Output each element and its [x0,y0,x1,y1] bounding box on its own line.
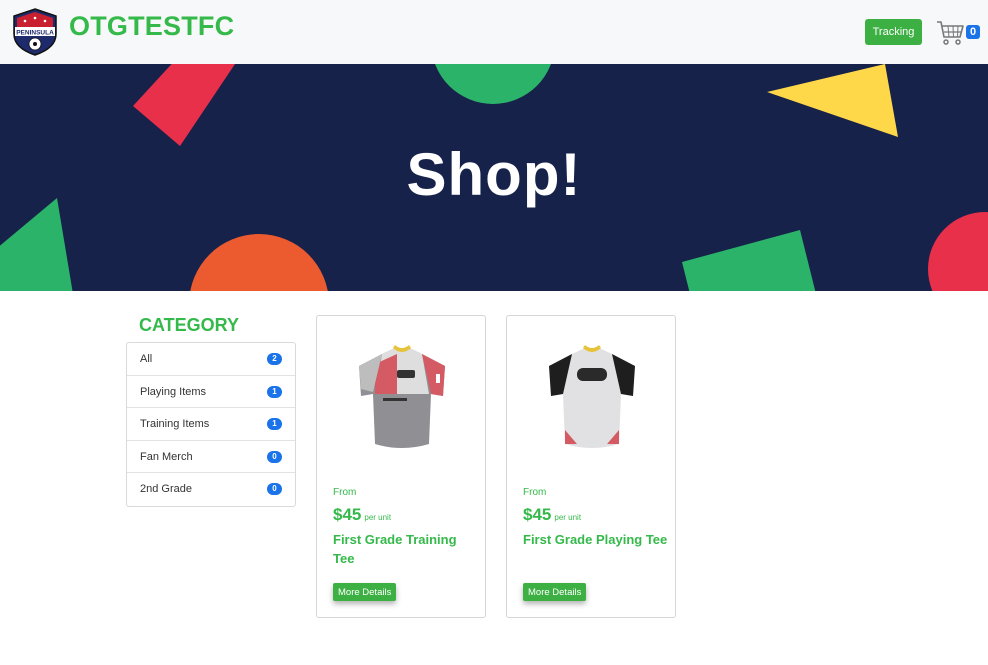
category-item-training-items[interactable]: Training Items 1 [127,408,295,441]
playing-tee-image[interactable] [537,334,647,464]
svg-text:PENINSULA: PENINSULA [16,30,54,37]
more-details-button[interactable]: More Details [523,583,587,601]
category-item-label: Training Items [140,418,210,431]
product-price: $45 per unit [523,505,581,525]
category-item-label: 2nd Grade [140,483,192,496]
green-circle-shape [435,64,551,104]
hero-banner: Shop! [0,64,988,291]
cart-count-badge: 0 [966,25,980,39]
per-unit-label: per unit [554,513,582,522]
category-count-badge: 1 [267,418,282,431]
product-card-playing-tee[interactable]: From $45 per unit First Grade Playing Tee… [506,315,676,618]
category-list: All 2 Playing Items 1 Training Items 1 F… [126,342,296,507]
price-amount: $45 [523,505,552,524]
category-item-label: All [140,353,153,365]
hero-title: Shop! [406,141,582,208]
category-item-label: Playing Items [140,385,207,398]
club-logo[interactable]: PENINSULA [10,8,60,56]
price-amount: $45 [333,505,362,524]
category-count-badge: 1 [267,385,282,398]
category-heading: CATEGORY [139,315,240,335]
price-from-label: From [333,487,357,498]
category-item-2nd-grade[interactable]: 2nd Grade 0 [127,473,295,506]
red-rectangle-shape [133,64,235,146]
category-item-label: Fan Merch [140,450,193,463]
product-price: $45 per unit [333,505,391,525]
category-count-badge: 0 [267,450,282,463]
product-name[interactable]: First Grade Playing Tee [523,530,668,549]
per-unit-label: per unit [364,513,392,522]
green-rectangle-shape [682,230,816,291]
cart-icon[interactable] [935,17,965,47]
yellow-triangle-shape [767,64,898,137]
red-circle-shape [928,212,988,291]
price-from-label: From [523,487,547,498]
category-item-fan-merch[interactable]: Fan Merch 0 [127,441,295,474]
top-header: PENINSULA OTGTESTFC Tracking 0 [0,0,988,64]
category-item-playing-items[interactable]: Playing Items 1 [127,376,295,409]
product-name[interactable]: First Grade Training Tee [333,530,478,568]
tracking-button[interactable]: Tracking [865,19,922,45]
green-triangle-shape [0,198,73,291]
category-item-all[interactable]: All 2 [127,343,295,376]
training-tee-image[interactable] [347,334,457,464]
product-card-training-tee[interactable]: From $45 per unit First Grade Training Te… [316,315,486,618]
more-details-button[interactable]: More Details [333,583,397,601]
orange-circle-shape [190,234,328,291]
category-count-badge: 2 [267,353,282,365]
category-count-badge: 0 [267,483,282,496]
brand-name[interactable]: OTGTESTFC [69,11,234,42]
